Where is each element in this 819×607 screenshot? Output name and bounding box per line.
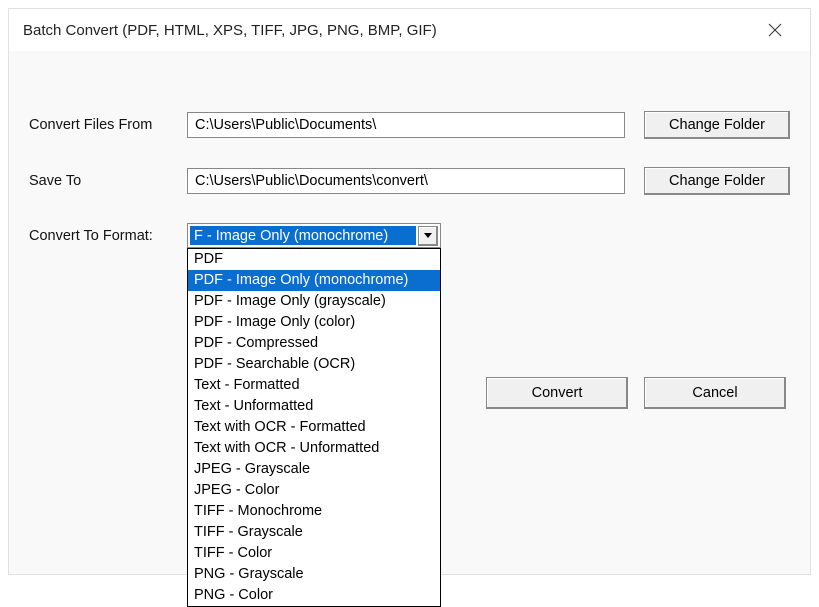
format-dropdown[interactable]: PDFPDF - Image Only (monochrome)PDF - Im… bbox=[187, 248, 441, 607]
format-option[interactable]: Text - Unformatted bbox=[188, 396, 440, 417]
format-option[interactable]: TIFF - Grayscale bbox=[188, 522, 440, 543]
change-folder-from-button[interactable]: Change Folder bbox=[644, 111, 790, 139]
chevron-down-icon[interactable] bbox=[418, 226, 438, 246]
format-option[interactable]: PDF - Image Only (grayscale) bbox=[188, 291, 440, 312]
format-select-field[interactable]: F - Image Only (monochrome) bbox=[187, 223, 441, 248]
format-select-display: F - Image Only (monochrome) bbox=[190, 226, 416, 245]
label-convert-format: Convert To Format: bbox=[29, 228, 187, 244]
dialog-window: Batch Convert (PDF, HTML, XPS, TIFF, JPG… bbox=[8, 8, 811, 575]
format-option[interactable]: PDF - Image Only (monochrome) bbox=[188, 270, 440, 291]
format-option[interactable]: Text - Formatted bbox=[188, 375, 440, 396]
row-convert-from: Convert Files From C:\Users\Public\Docum… bbox=[29, 111, 790, 139]
format-option[interactable]: PNG - Color bbox=[188, 585, 440, 606]
row-convert-format: Convert To Format: F - Image Only (monoc… bbox=[29, 223, 790, 248]
close-icon[interactable] bbox=[754, 9, 796, 51]
save-to-input[interactable]: C:\Users\Public\Documents\convert\ bbox=[187, 168, 625, 194]
format-option[interactable]: TIFF - Color bbox=[188, 543, 440, 564]
dialog-body: Convert Files From C:\Users\Public\Docum… bbox=[9, 51, 810, 248]
format-option[interactable]: Text with OCR - Unformatted bbox=[188, 438, 440, 459]
format-option[interactable]: PDF bbox=[188, 249, 440, 270]
format-select: F - Image Only (monochrome) PDFPDF - Ima… bbox=[187, 223, 441, 248]
titlebar: Batch Convert (PDF, HTML, XPS, TIFF, JPG… bbox=[9, 9, 810, 51]
format-option[interactable]: JPEG - Color bbox=[188, 480, 440, 501]
format-option[interactable]: PDF - Compressed bbox=[188, 333, 440, 354]
convert-button[interactable]: Convert bbox=[486, 377, 628, 409]
dialog-title: Batch Convert (PDF, HTML, XPS, TIFF, JPG… bbox=[23, 22, 754, 39]
format-option[interactable]: PDF - Image Only (color) bbox=[188, 312, 440, 333]
label-convert-from: Convert Files From bbox=[29, 117, 187, 133]
convert-from-value: C:\Users\Public\Documents\ bbox=[195, 115, 376, 135]
row-save-to: Save To C:\Users\Public\Documents\conver… bbox=[29, 167, 790, 195]
format-option[interactable]: JPEG - Grayscale bbox=[188, 459, 440, 480]
change-folder-to-button[interactable]: Change Folder bbox=[644, 167, 790, 195]
cancel-button[interactable]: Cancel bbox=[644, 377, 786, 409]
format-option[interactable]: PDF - Searchable (OCR) bbox=[188, 354, 440, 375]
format-option[interactable]: PNG - Grayscale bbox=[188, 564, 440, 585]
format-option[interactable]: TIFF - Monochrome bbox=[188, 501, 440, 522]
save-to-value: C:\Users\Public\Documents\convert\ bbox=[195, 171, 428, 191]
bottom-button-row: Convert Cancel bbox=[486, 377, 786, 409]
format-option[interactable]: Text with OCR - Formatted bbox=[188, 417, 440, 438]
label-save-to: Save To bbox=[29, 173, 187, 189]
convert-from-input[interactable]: C:\Users\Public\Documents\ bbox=[187, 112, 625, 138]
